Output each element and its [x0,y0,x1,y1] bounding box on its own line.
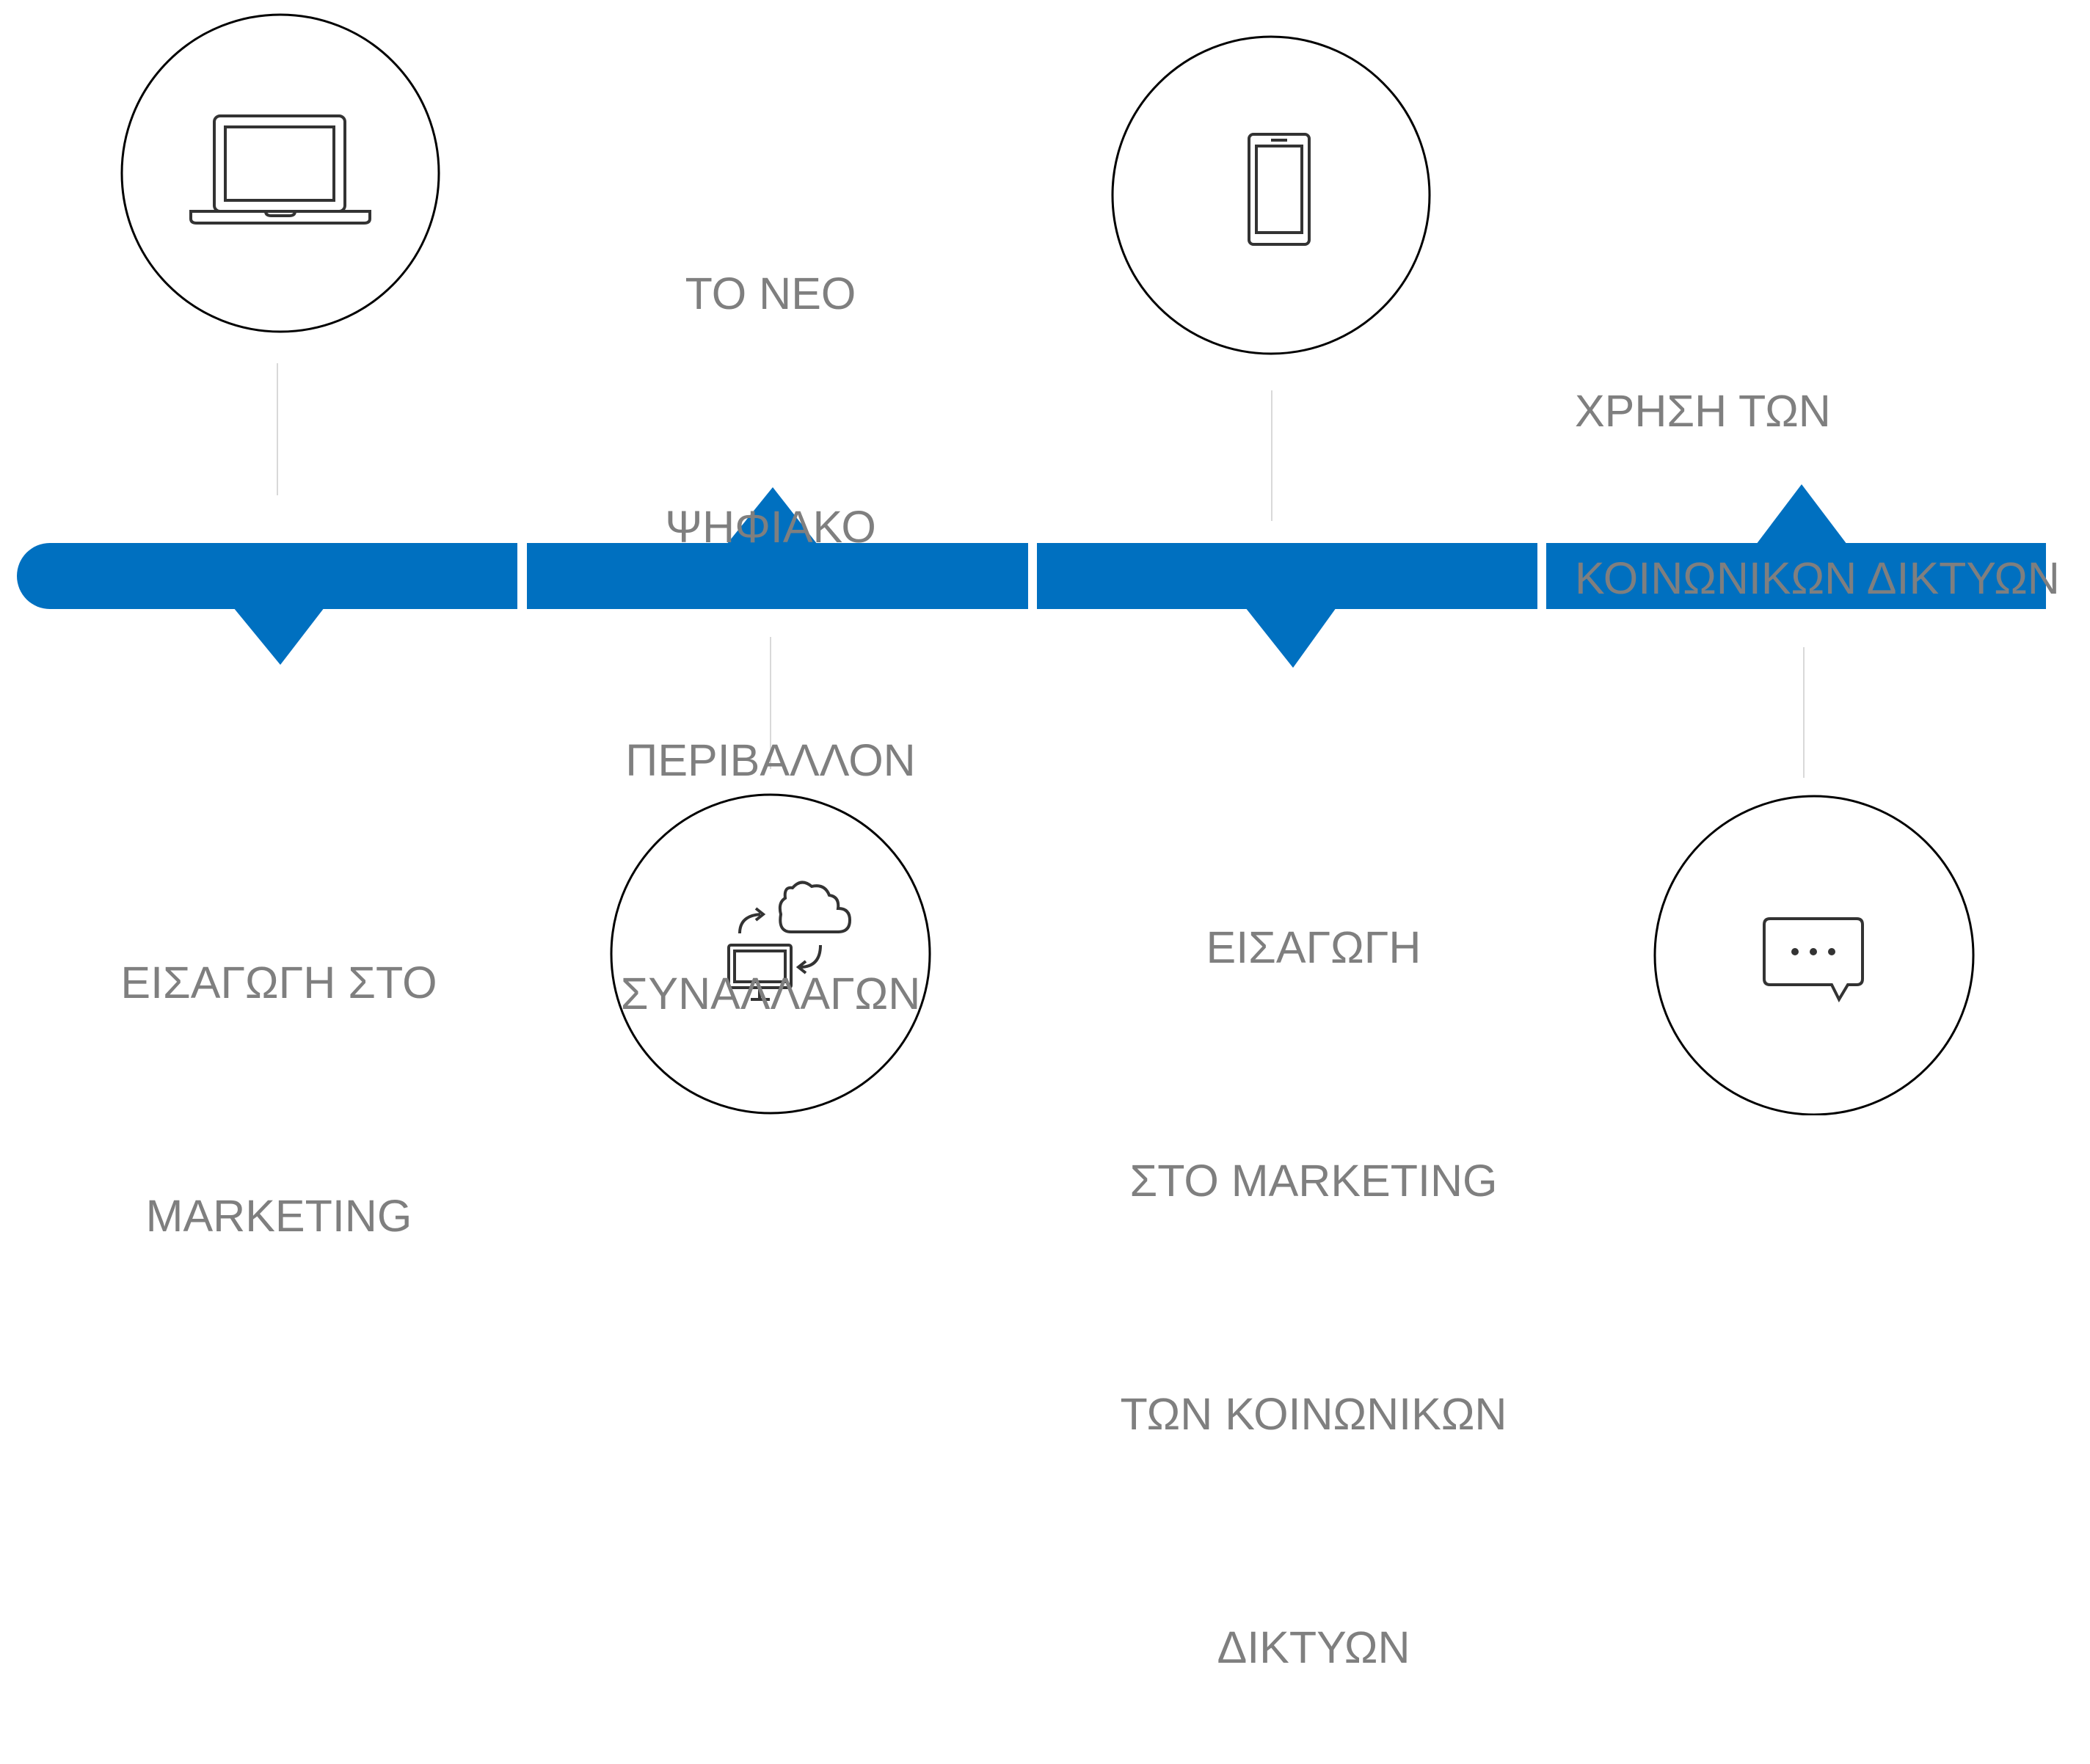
milestone-4-label-line-1: ΧΡΗΣΗ ΤΩΝ [1575,386,1831,436]
milestone-1-circle [120,13,440,333]
milestone-3-label-line-4: ΔΙΚΤΥΩΝ [1217,1622,1410,1672]
milestone-2-label-line-4: ΣΥΝΑΛΛΑΓΩΝ [620,969,921,1018]
milestone-4-label-line-2: ΚΟΙΝΩΝΙΚΩΝ ΔΙΚΤΥΩΝ [1575,553,2060,603]
milestone-2-label-line-2: ΨΗΦΙΑΚΟ [665,502,876,552]
milestone-2-label-line-3: ΠΕΡΙΒΑΛΛΟΝ [625,735,916,785]
milestone-2-label: ΤΟ ΝΕΟ ΨΗΦΙΑΚΟ ΠΕΡΙΒΑΛΛΟΝ ΣΥΝΑΛΛΑΓΩΝ [576,99,965,1110]
timeline-pointer-down-3 [1245,608,1336,668]
milestone-3-label: ΕΙΣΑΓΩΓΗ ΣΤΟ MARKETING ΤΩΝ ΚΟΙΝΩΝΙΚΩΝ ΔΙ… [1057,753,1570,1764]
milestone-3-label-line-2: ΣΤΟ MARKETING [1129,1156,1498,1206]
milestone-4-circle [1653,795,1975,1115]
milestone-1-label-line-1: ΕΙΣΑΓΩΓΗ ΣΤΟ [120,958,437,1007]
milestone-3-label-line-3: ΤΩΝ ΚΟΙΝΩΝΙΚΩΝ [1120,1389,1507,1439]
milestone-1-label-line-2: MARKETING [145,1191,412,1241]
milestone-4-label: ΧΡΗΣΗ ΤΩΝ ΚΟΙΝΩΝΙΚΩΝ ΔΙΚΤΥΩΝ [1575,271,2081,662]
milestone-1-label: ΕΙΣΑΓΩΓΗ ΣΤΟ MARKETING [103,788,455,1333]
milestone-3-label-line-1: ΕΙΣΑΓΩΓΗ [1206,922,1421,972]
timeline-segment-3 [1037,543,1537,609]
milestone-3-circle [1111,35,1431,355]
timeline-segment-1 [17,543,517,609]
timeline-pointer-down-1 [233,608,324,665]
milestone-2-label-line-1: ΤΟ ΝΕΟ [685,269,856,318]
